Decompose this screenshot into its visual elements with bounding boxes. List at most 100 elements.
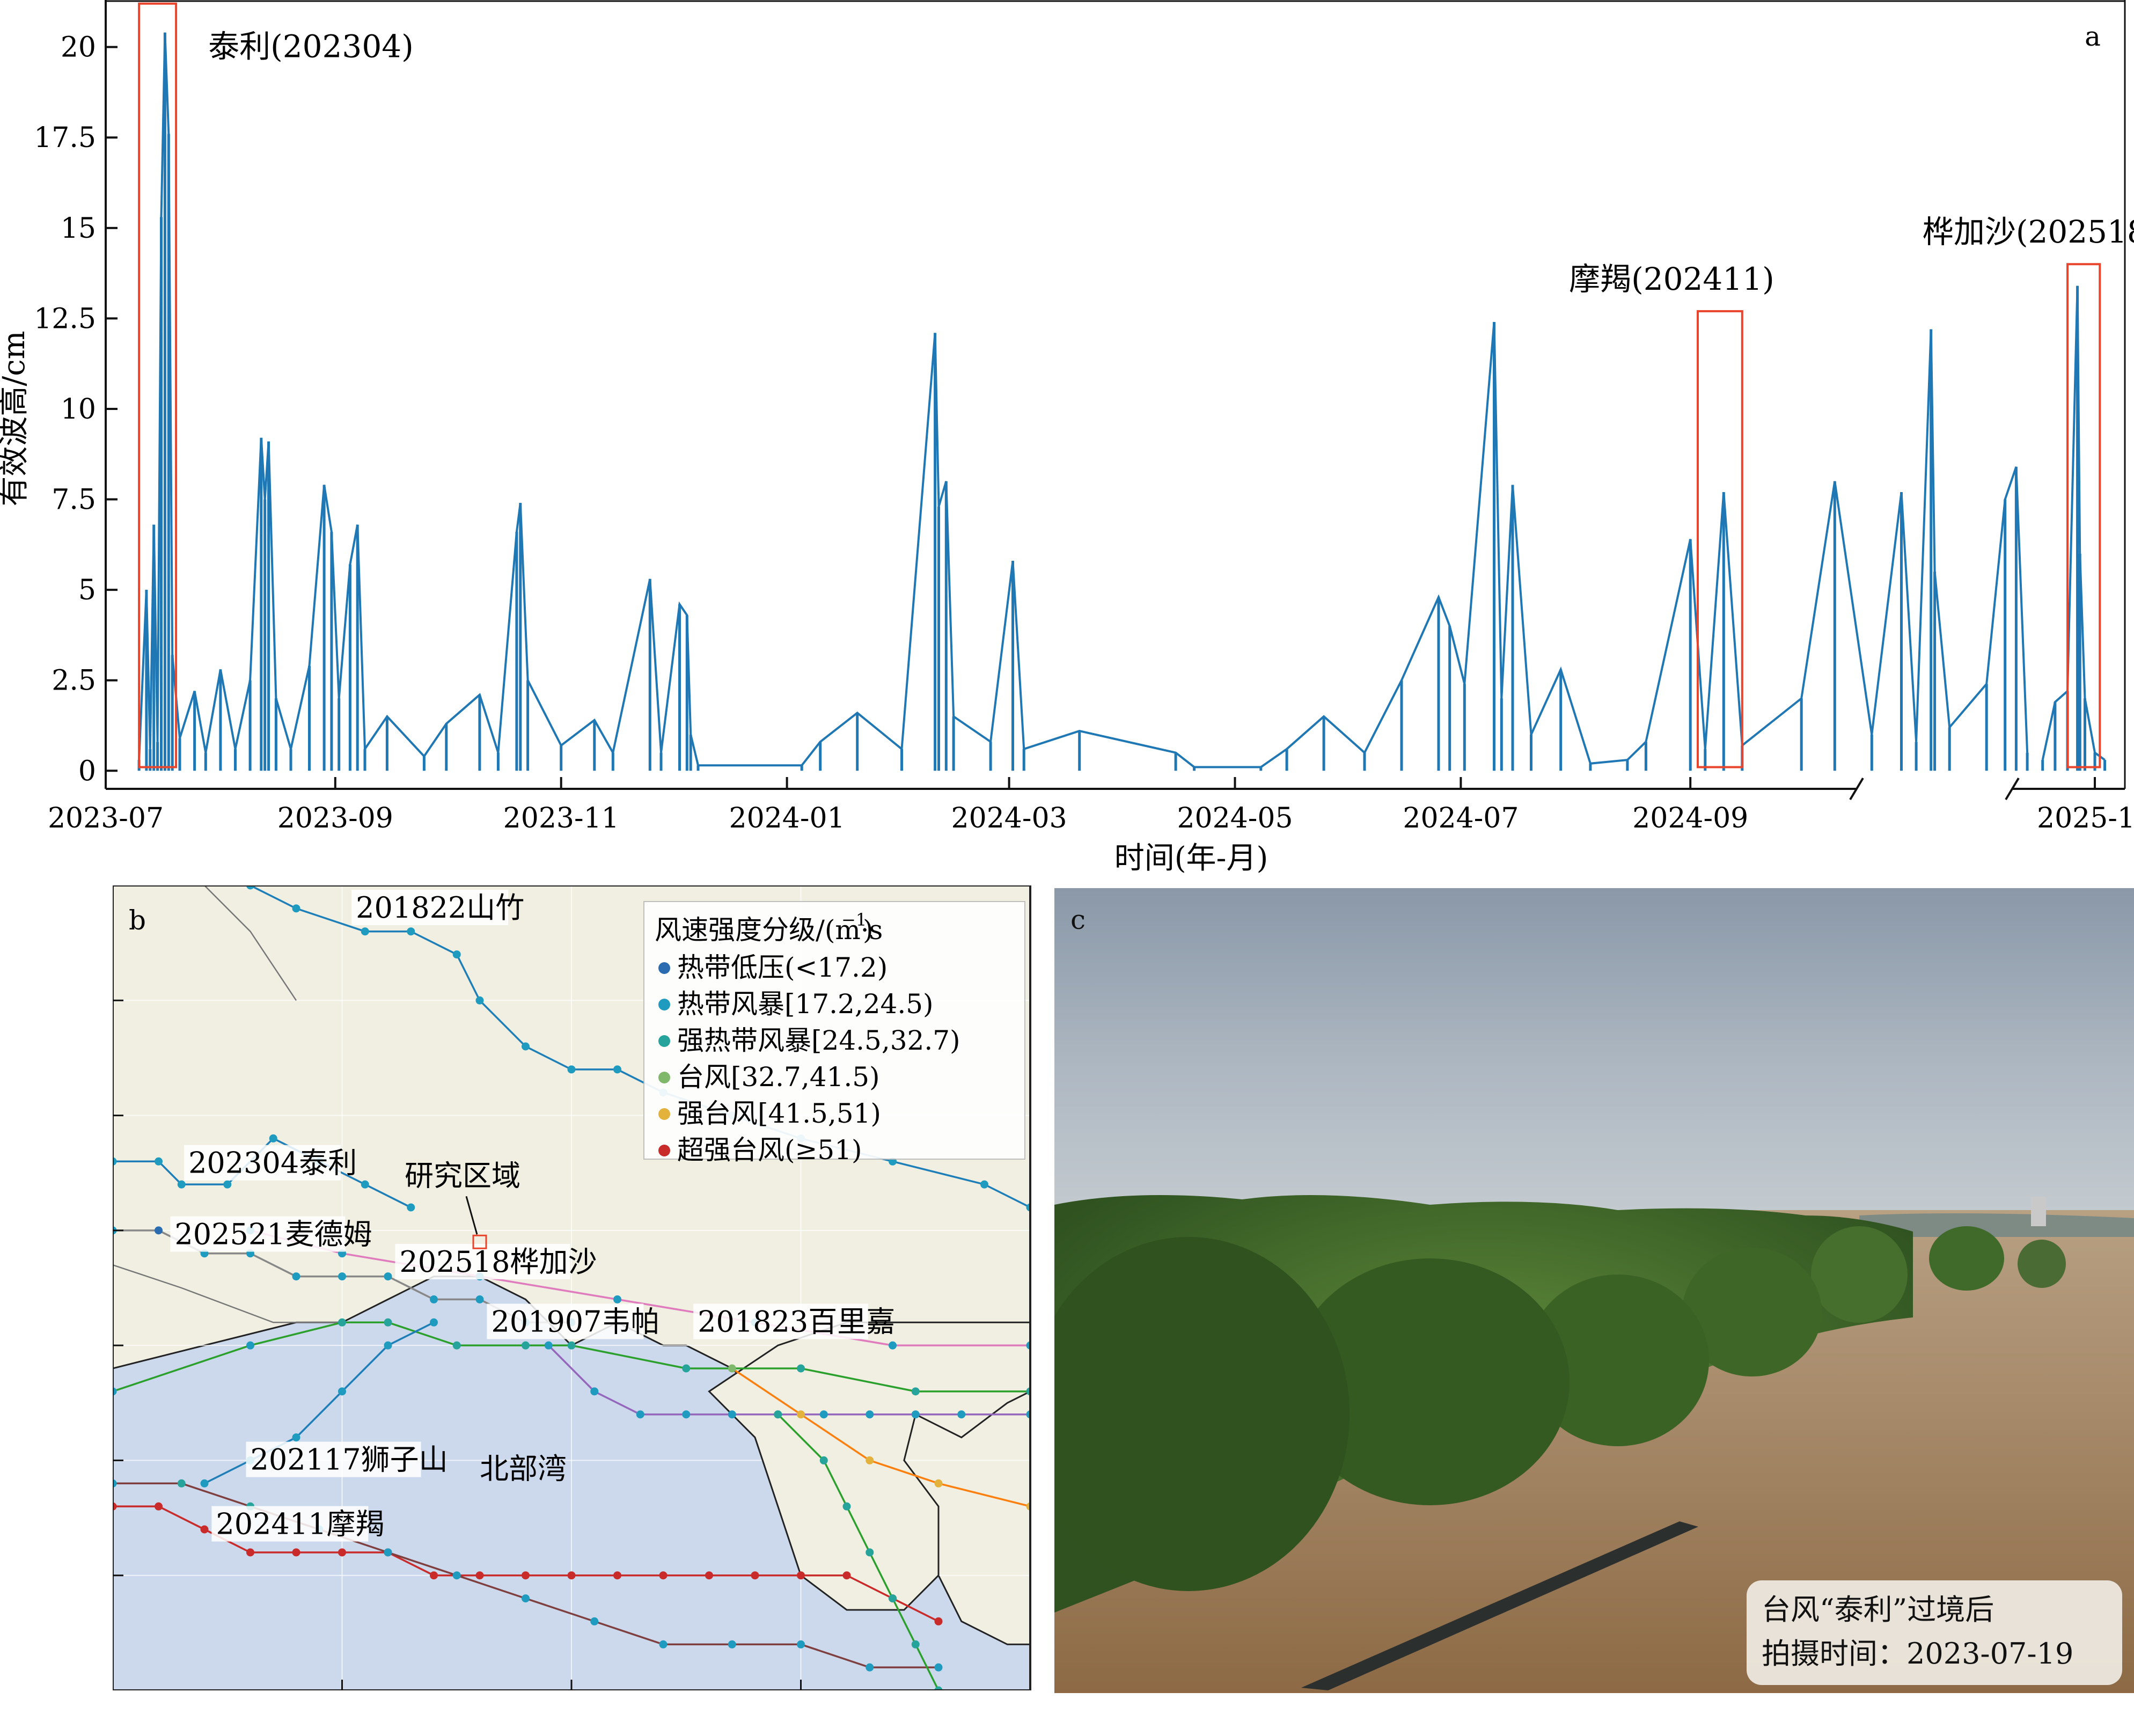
- typhoon-label: 桦加沙(202518): [1923, 214, 2134, 250]
- y-tick-label: 7.5: [52, 484, 96, 516]
- typhoon-track-point: [866, 1410, 874, 1419]
- panel-label-b: b: [129, 905, 146, 936]
- typhoon-track-point: [522, 1042, 530, 1051]
- typhoon-track-point: [866, 1663, 874, 1672]
- x-tick-label: 2024-05: [1177, 802, 1293, 834]
- y-tick-label: 15: [61, 213, 96, 245]
- typhoon-track-point: [292, 904, 300, 913]
- track-label: 202117狮子山: [251, 1443, 448, 1477]
- track-label: 201822山竹: [356, 891, 524, 925]
- typhoon-track-point: [659, 1571, 668, 1580]
- typhoon-track-point: [567, 1571, 576, 1580]
- typhoon-track-point: [338, 1387, 346, 1396]
- typhoon-track-point: [751, 1571, 759, 1580]
- typhoon-track-point: [682, 1410, 691, 1419]
- typhoon-track-point: [797, 1571, 805, 1580]
- y-tick-label: 12.5: [34, 303, 96, 335]
- typhoon-track-point: [911, 1410, 920, 1419]
- x-tick-label: 2025-10: [2037, 802, 2134, 834]
- typhoon-track-point: [177, 1479, 186, 1488]
- legend-swatch: [658, 999, 670, 1010]
- legend-entry: 热带低压(<17.2): [677, 952, 888, 983]
- photo-caption-line2: 拍摄时间：2023-07-19: [1762, 1637, 2074, 1671]
- distant-building: [2031, 1197, 2046, 1226]
- typhoon-track-point: [613, 1065, 621, 1074]
- legend-entry: 强台风[41.5,51): [677, 1098, 881, 1129]
- typhoon-track-point: [246, 1341, 254, 1350]
- x-tick-label: 2023-11: [503, 802, 619, 834]
- typhoon-track-point: [544, 1341, 553, 1350]
- typhoon-track-point: [384, 1318, 392, 1327]
- study-area-label: 研究区域: [405, 1159, 520, 1192]
- wave-height-chart-svg: 泰利(202304) 摩羯(202411) 桦加沙(202518) 0 2.5 5 7.5…: [0, 0, 2134, 876]
- typhoon-track-point: [819, 1456, 828, 1464]
- typhoon-track-point: [475, 996, 484, 1005]
- typhoon-track-point: [384, 1548, 392, 1557]
- y-tick-label: 17.5: [34, 122, 96, 154]
- typhoon-track-point: [430, 1318, 438, 1327]
- photo-caption-line1: 台风“泰利”过境后: [1762, 1593, 1994, 1627]
- typhoon-track-point: [384, 1341, 392, 1350]
- typhoon-track-point: [934, 1479, 943, 1488]
- track-label: 202521麦德姆: [174, 1218, 372, 1251]
- track-label: 202411摩羯: [216, 1507, 384, 1541]
- typhoon-track-point: [911, 1640, 920, 1649]
- typhoon-track-point: [292, 1272, 300, 1281]
- y-tick-label: 2.5: [52, 665, 96, 697]
- x-tick-label: 2024-07: [1403, 802, 1519, 834]
- typhoon-track-point: [613, 1295, 621, 1303]
- typhoon-track-point: [797, 1364, 805, 1373]
- typhoon-track-point: [842, 1571, 851, 1580]
- typhoon-track-point: [889, 1341, 897, 1350]
- typhoon-track-point: [705, 1571, 713, 1580]
- photo-caption: 台风“泰利”过境后 拍摄时间：2023-07-19: [1747, 1580, 2122, 1685]
- typhoon-track-point: [246, 1548, 254, 1557]
- typhoon-track-point: [728, 1410, 736, 1419]
- typhoon-track-point: [155, 1157, 163, 1166]
- legend-swatch: [658, 1072, 670, 1083]
- x-tick-label: 2024-03: [951, 802, 1067, 834]
- typhoon-track-point: [269, 1134, 277, 1142]
- typhoon-track-point: [292, 1433, 300, 1442]
- typhoon-track-point: [797, 1640, 805, 1649]
- typhoon-track-point: [292, 1548, 300, 1557]
- typhoon-track-point: [452, 950, 461, 959]
- typhoon-track-point: [522, 1341, 530, 1350]
- typhoon-track-point: [155, 1226, 163, 1235]
- typhoon-label: 泰利(202304): [208, 28, 414, 65]
- x-tick-label: 2024-01: [729, 802, 845, 834]
- x-tick-label: 2023-07: [48, 802, 164, 834]
- legend-swatch: [658, 1145, 670, 1156]
- typhoon-track-point: [659, 1640, 668, 1649]
- photo-image: [1054, 888, 2134, 1693]
- typhoon-track-point: [475, 1295, 484, 1303]
- y-tick-label: 5: [78, 574, 96, 606]
- typhoon-track-point: [567, 1065, 576, 1074]
- mangrove-photo: c 台风“泰利”过境后 拍摄时间：2023-07-19: [1054, 888, 2134, 1693]
- typhoon-track-point: [774, 1410, 782, 1419]
- typhoon-track-point: [200, 1479, 209, 1488]
- typhoon-track-point: [452, 1571, 461, 1580]
- typhoon-track-point: [338, 1272, 346, 1281]
- y-tick-label: 20: [61, 32, 96, 64]
- typhoon-track-point: [590, 1617, 599, 1625]
- legend-swatch: [658, 962, 670, 974]
- typhoon-track-point: [636, 1410, 644, 1419]
- typhoon-track-point: [866, 1456, 874, 1464]
- typhoon-track-point: [384, 1272, 392, 1281]
- legend-swatch: [658, 1108, 670, 1120]
- typhoon-track-point: [475, 1571, 484, 1580]
- typhoon-track-point: [567, 1341, 576, 1350]
- panel-label-a: a: [2085, 21, 2101, 52]
- track-label: 202304泰利: [188, 1146, 357, 1180]
- typhoon-track-point: [842, 1502, 851, 1511]
- typhoon-track-point: [682, 1364, 691, 1373]
- y-tick-label: 0: [78, 755, 96, 787]
- legend-entry: 台风[32.7,41.5): [677, 1061, 880, 1093]
- track-label: 201907韦帕: [491, 1305, 659, 1338]
- legend-swatch: [658, 1035, 670, 1047]
- typhoon-track-point: [361, 1180, 369, 1189]
- typhoon-track-point: [866, 1548, 874, 1557]
- typhoon-track-map: 201822山竹 202304泰利 202521麦德姆 202518桦加沙 201907…: [13, 884, 1033, 1732]
- typhoon-track-point: [522, 1571, 530, 1580]
